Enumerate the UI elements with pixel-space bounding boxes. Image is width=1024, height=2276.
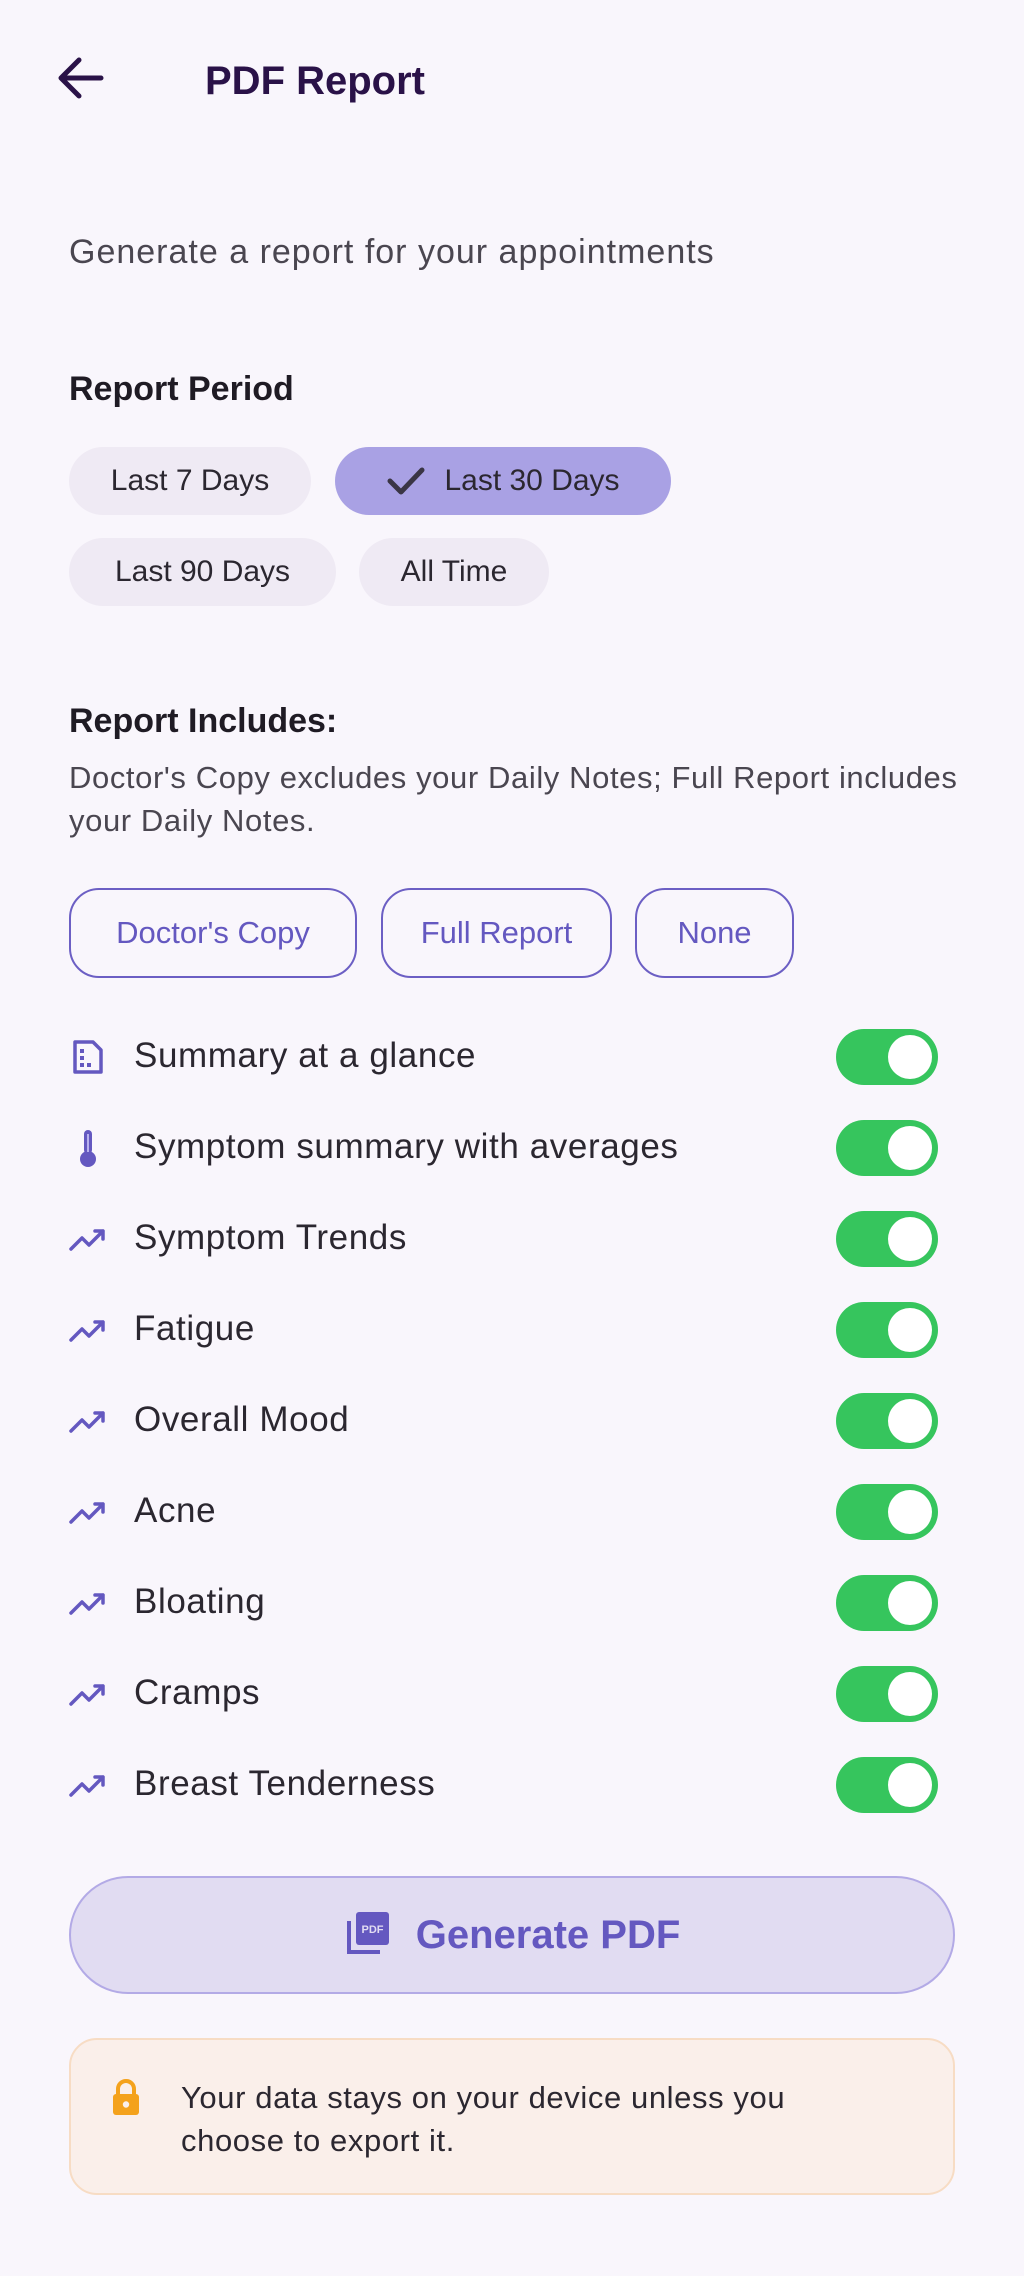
trend-icon (68, 1765, 108, 1805)
include-label: Acne (134, 1491, 217, 1530)
toggle-knob (888, 1581, 932, 1625)
include-row-summary: Summary at a glance (0, 1011, 1024, 1102)
summary-toggle[interactable] (836, 1029, 938, 1085)
check-icon (386, 465, 426, 497)
preset-doctors-copy-button[interactable]: Doctor's Copy (69, 888, 357, 978)
thermometer-icon (68, 1128, 108, 1168)
include-row-bloating: Bloating (0, 1557, 1024, 1648)
trend-icon (68, 1219, 108, 1259)
toggle-knob (888, 1126, 932, 1170)
preset-label: Full Report (420, 915, 573, 950)
include-row-symptom-trends: Symptom Trends (0, 1193, 1024, 1284)
arrow-left-icon (55, 56, 105, 105)
trend-icon (68, 1583, 108, 1623)
generate-pdf-label: Generate PDF (415, 1912, 681, 1957)
report-includes-title: Report Includes: (69, 702, 338, 740)
toggle-knob (888, 1217, 932, 1261)
trend-icon (68, 1674, 108, 1714)
preset-label: Doctor's Copy (116, 915, 310, 950)
pdf-report-screen: PDF Report Generate a report for your ap… (0, 0, 1024, 2276)
bloating-toggle[interactable] (836, 1575, 938, 1631)
back-button[interactable] (44, 44, 116, 116)
chip-label: Last 30 Days (444, 464, 620, 497)
acne-toggle[interactable] (836, 1484, 938, 1540)
include-row-cramps: Cramps (0, 1648, 1024, 1739)
include-label: Symptom Trends (134, 1218, 407, 1257)
trend-icon (68, 1492, 108, 1532)
period-chip-last-7-days[interactable]: Last 7 Days (69, 447, 311, 515)
generate-pdf-button[interactable]: PDF Generate PDF (69, 1876, 955, 1994)
lock-icon (109, 2078, 145, 2118)
svg-text:PDF: PDF (361, 1924, 383, 1936)
include-label: Overall Mood (134, 1400, 350, 1439)
include-row-breast-tenderness: Breast Tenderness (0, 1739, 1024, 1830)
breast-tenderness-toggle[interactable] (836, 1757, 938, 1813)
chip-label: Last 90 Days (114, 555, 291, 588)
include-row-overall-mood: Overall Mood (0, 1375, 1024, 1466)
symptom-trends-toggle[interactable] (836, 1211, 938, 1267)
toggle-knob (888, 1490, 932, 1534)
page-title: PDF Report (205, 59, 425, 103)
include-label: Summary at a glance (134, 1036, 477, 1075)
include-label: Breast Tenderness (134, 1764, 436, 1803)
privacy-notice: Your data stays on your device unless yo… (69, 2038, 955, 2195)
period-chip-last-90-days[interactable]: Last 90 Days (69, 538, 336, 606)
chip-label: All Time (400, 555, 508, 588)
report-period-title: Report Period (69, 370, 294, 408)
include-row-symptom-summary: Symptom summary with averages (0, 1102, 1024, 1193)
toggle-knob (888, 1399, 932, 1443)
symptom-summary-toggle[interactable] (836, 1120, 938, 1176)
privacy-notice-text: Your data stays on your device unless yo… (181, 2080, 786, 2158)
period-chip-all-time[interactable]: All Time (359, 538, 549, 606)
cramps-toggle[interactable] (836, 1666, 938, 1722)
trend-icon (68, 1310, 108, 1350)
include-label: Bloating (134, 1582, 266, 1621)
toggle-knob (888, 1763, 932, 1807)
include-row-fatigue: Fatigue (0, 1284, 1024, 1375)
top-app-bar: PDF Report (0, 0, 1024, 162)
include-label: Cramps (134, 1673, 261, 1712)
trend-icon (68, 1401, 108, 1441)
toggle-knob (888, 1672, 932, 1716)
page-subtitle: Generate a report for your appointments (69, 233, 715, 271)
summary-icon (68, 1037, 108, 1077)
include-label: Fatigue (134, 1309, 255, 1348)
pdf-icon: PDF (344, 1909, 392, 1962)
toggle-knob (888, 1035, 932, 1079)
chip-label: Last 7 Days (110, 464, 270, 497)
overall-mood-toggle[interactable] (836, 1393, 938, 1449)
preset-label: None (677, 915, 752, 950)
toggle-knob (888, 1308, 932, 1352)
preset-full-report-button[interactable]: Full Report (381, 888, 612, 978)
include-row-acne: Acne (0, 1466, 1024, 1557)
include-label: Symptom summary with averages (134, 1127, 679, 1166)
preset-none-button[interactable]: None (635, 888, 794, 978)
report-includes-description: Doctor's Copy excludes your Daily Notes;… (69, 760, 958, 838)
period-chip-last-30-days[interactable]: Last 30 Days (335, 447, 671, 515)
fatigue-toggle[interactable] (836, 1302, 938, 1358)
